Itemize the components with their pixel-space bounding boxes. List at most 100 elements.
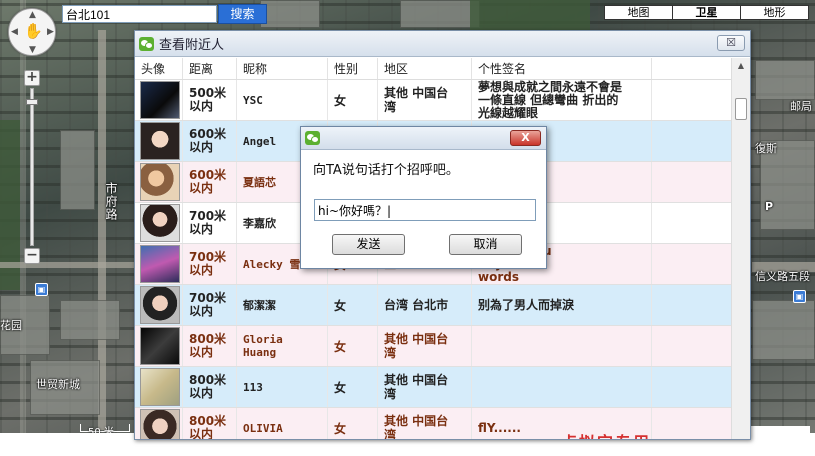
blank-cell <box>652 80 732 120</box>
map-label-youju: 邮局 <box>790 100 812 113</box>
gender-cell: 女 <box>328 285 378 325</box>
hand-icon: ✋ <box>24 22 43 40</box>
distance-cell: 600米 以内 <box>183 162 237 202</box>
zoom-out-button[interactable]: − <box>24 248 40 264</box>
greeting-message-input[interactable] <box>314 199 536 221</box>
map-type-satellite-tab[interactable]: 卫星 <box>672 5 741 20</box>
blank-cell <box>652 162 732 202</box>
map-type-map-tab[interactable]: 地图 <box>604 5 673 20</box>
map-label-shijimao: 世贸新城 <box>36 378 80 391</box>
avatar-cell <box>135 121 183 161</box>
avatar-cell <box>135 162 183 202</box>
blank-cell <box>652 408 732 439</box>
send-button[interactable]: 发送 <box>332 234 405 255</box>
nickname-cell: OLIVIA <box>237 408 328 439</box>
gender-cell: 女 <box>328 326 378 366</box>
avatar-cell <box>135 80 183 120</box>
column-header-avatar: 头像 <box>135 58 183 79</box>
column-header-signature: 个性签名 <box>472 58 652 79</box>
table-row[interactable]: 800米 以内 113 女其他 中国台 湾 <box>135 367 732 408</box>
signature-cell <box>472 326 652 366</box>
avatar-cell <box>135 408 183 439</box>
scrollbar-thumb[interactable] <box>735 98 747 120</box>
table-row[interactable]: 800米 以内 Gloria Huang 女其他 中国台 湾 <box>135 326 732 367</box>
blank-cell <box>652 244 732 284</box>
column-header-region: 地区 <box>378 58 472 79</box>
avatar[interactable] <box>140 204 180 242</box>
nickname-cell: YSC <box>237 80 328 120</box>
signature-cell: 夢想與成就之間永遠不會是 一條直線 但總彎曲 折出的 光線越耀眼 <box>472 80 652 120</box>
zoom-in-button[interactable]: + <box>24 70 40 86</box>
window-title: 查看附近人 <box>159 38 225 53</box>
distance-cell: 700米 以内 <box>183 203 237 243</box>
blank-cell <box>652 121 732 161</box>
avatar[interactable] <box>140 81 180 119</box>
map-search-input[interactable] <box>62 5 217 23</box>
zoom-slider[interactable] <box>26 88 38 246</box>
dialog-close-button[interactable]: X <box>510 130 541 146</box>
map-zoom-control: + − <box>24 70 40 264</box>
avatar[interactable] <box>140 327 180 365</box>
watermark-stamp: 点拟宝专用 <box>561 429 651 439</box>
window-close-button[interactable]: ☒ <box>717 35 745 51</box>
dialog-title-bar[interactable]: X <box>301 127 546 150</box>
avatar[interactable] <box>140 286 180 324</box>
avatar-cell <box>135 203 183 243</box>
avatar[interactable] <box>140 368 180 406</box>
scroll-up-icon[interactable]: ▲ <box>732 58 750 74</box>
avatar-cell <box>135 285 183 325</box>
avatar-cell <box>135 326 183 366</box>
table-row[interactable]: 500米 以内 YSC 女其他 中国台 湾夢想與成就之間永遠不會是 一條直線 但總彎… <box>135 80 732 121</box>
region-cell: 其他 中国台 湾 <box>378 326 472 366</box>
column-header-blank <box>652 58 732 79</box>
map-label-shifu-road: 市府路 <box>104 182 118 221</box>
map-pan-control[interactable]: ▲ ▼ ◀ ▶ ✋ <box>8 8 56 56</box>
map-label-huayuan: 花园 <box>0 319 22 332</box>
cancel-button[interactable]: 取消 <box>449 234 522 255</box>
wechat-icon <box>139 36 154 51</box>
distance-cell: 600米 以内 <box>183 121 237 161</box>
avatar[interactable] <box>140 122 180 160</box>
pan-left-icon[interactable]: ◀ <box>11 27 18 37</box>
distance-cell: 800米 以内 <box>183 408 237 439</box>
blank-cell <box>652 285 732 325</box>
region-cell: 其他 中国台 湾 <box>378 367 472 407</box>
avatar[interactable] <box>140 409 180 439</box>
pan-up-icon[interactable]: ▲ <box>29 10 36 20</box>
nickname-cell: 郁潔潔 <box>237 285 328 325</box>
table-row[interactable]: 700米 以内 郁潔潔女台湾 台北市 别為了男人而掉淚 <box>135 285 732 326</box>
table-scrollbar[interactable]: ▲ <box>731 58 750 439</box>
bus-stop-icon[interactable]: ▣ <box>793 290 806 303</box>
pan-right-icon[interactable]: ▶ <box>47 27 54 37</box>
gender-cell: 女 <box>328 367 378 407</box>
pan-down-icon[interactable]: ▼ <box>29 45 36 55</box>
zoom-slider-thumb[interactable] <box>26 99 38 105</box>
distance-cell: 700米 以内 <box>183 244 237 284</box>
column-header-nickname: 昵称 <box>237 58 328 79</box>
map-search-button[interactable]: 搜索 <box>218 4 267 24</box>
map-type-terrain-tab[interactable]: 地形 <box>740 5 809 20</box>
blank-cell <box>652 367 732 407</box>
nickname-cell: Gloria Huang <box>237 326 328 366</box>
column-header-gender: 性别 <box>328 58 378 79</box>
greeting-dialog: X 向TA说句话打个招呼吧。 发送 取消 <box>300 126 547 269</box>
signature-cell: 别為了男人而掉淚 <box>472 285 652 325</box>
avatar-cell <box>135 367 183 407</box>
region-cell: 其他 中国台 湾 <box>378 408 472 439</box>
bus-stop-icon[interactable]: ▣ <box>35 283 48 296</box>
region-cell: 其他 中国台 湾 <box>378 80 472 120</box>
wechat-icon <box>305 131 320 145</box>
map-type-switcher: 地图 卫星 地形 <box>604 5 809 20</box>
window-title-bar[interactable]: 查看附近人 ☒ <box>135 31 750 57</box>
region-cell: 台湾 台北市 <box>378 285 472 325</box>
nickname-cell: 113 <box>237 367 328 407</box>
gender-cell: 女 <box>328 80 378 120</box>
blank-cell <box>652 326 732 366</box>
distance-cell: 800米 以内 <box>183 326 237 366</box>
distance-cell: 700米 以内 <box>183 285 237 325</box>
map-poi-marker: P <box>765 200 774 213</box>
avatar[interactable] <box>140 245 180 283</box>
avatar[interactable] <box>140 163 180 201</box>
distance-cell: 800米 以内 <box>183 367 237 407</box>
dialog-prompt: 向TA说句话打个招呼吧。 <box>313 163 459 178</box>
